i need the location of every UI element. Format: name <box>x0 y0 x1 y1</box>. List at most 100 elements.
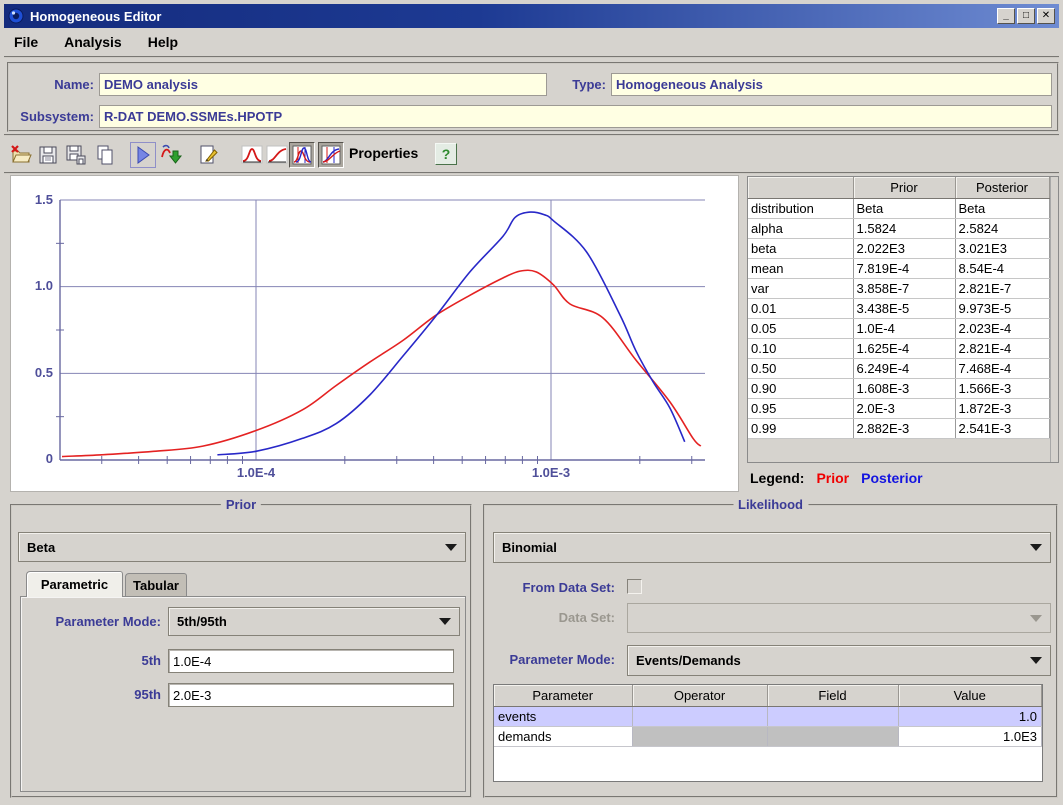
table-row: 0.051.0E-42.023E-4 <box>748 318 1049 338</box>
menu-analysis[interactable]: Analysis <box>64 34 122 50</box>
demands-value-cell[interactable]: 1.0E3 <box>898 726 1042 746</box>
demands-parameter-cell[interactable]: demands <box>494 726 632 746</box>
table-row: var3.858E-72.821E-7 <box>748 278 1049 298</box>
name-field[interactable] <box>99 73 547 96</box>
maximize-button[interactable]: □ <box>1017 8 1035 24</box>
name-label: Name: <box>9 73 94 96</box>
cdf-both-plot-button[interactable] <box>318 142 344 168</box>
from-data-set-label: From Data Set: <box>485 580 615 595</box>
analysis-info-panel: Name: Type: Subsystem: <box>7 62 1059 132</box>
homogeneous-editor-window: Homogeneous Editor _ □ ✕ File Analysis H… <box>0 0 1063 805</box>
menu-help[interactable]: Help <box>148 34 178 50</box>
save-as-icon <box>65 144 87 166</box>
close-button[interactable]: ✕ <box>1037 8 1055 24</box>
chevron-down-icon <box>1030 657 1042 664</box>
param-table-header-row: Parameter Operator Field Value <box>494 685 1042 706</box>
p5-field[interactable] <box>168 649 454 673</box>
stats-header-posterior: Posterior <box>955 177 1049 198</box>
likelihood-distribution-select[interactable]: Binomial <box>493 532 1051 563</box>
pdf-both-plot-button[interactable] <box>289 142 315 168</box>
chevron-down-icon <box>1030 615 1042 622</box>
table-row: 0.506.249E-47.468E-4 <box>748 358 1049 378</box>
edit-button[interactable] <box>195 142 221 168</box>
events-value-cell[interactable]: 1.0 <box>898 706 1042 726</box>
pdf-curve-icon <box>241 144 263 166</box>
update-data-button[interactable] <box>158 142 184 168</box>
subsystem-label: Subsystem: <box>9 105 94 128</box>
stats-table-scrollbar <box>1050 177 1059 462</box>
update-data-icon <box>160 144 182 166</box>
save-button[interactable] <box>35 142 61 168</box>
likelihood-parameter-mode-label: Parameter Mode: <box>485 652 615 667</box>
properties-button[interactable]: Properties <box>349 145 418 161</box>
subsystem-field[interactable] <box>99 105 1052 128</box>
parameter-mode-label: Parameter Mode: <box>21 614 161 629</box>
from-data-set-checkbox[interactable] <box>627 579 642 594</box>
legend-posterior: Posterior <box>861 470 922 486</box>
run-icon <box>132 144 154 166</box>
events-parameter-cell[interactable]: events <box>494 706 632 726</box>
stats-table-panel: Prior Posterior distributionBetaBeta alp… <box>747 176 1059 463</box>
legend-label: Legend: <box>750 470 804 486</box>
table-row: beta2.022E33.021E3 <box>748 238 1049 258</box>
demands-field-cell <box>767 726 898 746</box>
table-row: mean7.819E-48.54E-4 <box>748 258 1049 278</box>
window-title: Homogeneous Editor <box>30 9 997 24</box>
chevron-down-icon <box>1030 544 1042 551</box>
cdf-plot-button[interactable] <box>264 142 290 168</box>
table-row: 0.992.882E-32.541E-3 <box>748 418 1049 438</box>
chevron-down-icon <box>439 618 451 625</box>
param-row-events[interactable]: events 1.0 <box>494 706 1042 726</box>
table-row: 0.952.0E-31.872E-3 <box>748 398 1049 418</box>
p5-label: 5th <box>21 653 161 668</box>
likelihood-panel-title: Likelihood <box>733 497 808 512</box>
chart-legend: Legend: Prior Posterior <box>750 470 923 486</box>
menu-bar: File Analysis Help <box>4 28 1059 58</box>
run-analysis-button[interactable] <box>130 142 156 168</box>
tab-tabular[interactable]: Tabular <box>125 573 187 597</box>
data-set-select <box>627 603 1051 633</box>
table-row: 0.901.608E-31.566E-3 <box>748 378 1049 398</box>
close-file-button[interactable] <box>8 142 34 168</box>
parametric-tab-panel: Parameter Mode: 5th/95th 5th 95th <box>20 596 466 792</box>
prior-distribution-select[interactable]: Beta <box>18 532 466 562</box>
stats-header-row: Prior Posterior <box>748 177 1049 198</box>
param-header-field: Field <box>767 685 898 706</box>
likelihood-panel: Likelihood Binomial From Data Set: Data … <box>483 504 1058 798</box>
prior-panel: Prior Beta Parametric Tabular Parameter … <box>10 504 472 798</box>
tab-tabular-label: Tabular <box>133 578 179 593</box>
save-as-button[interactable] <box>63 142 89 168</box>
menu-file[interactable]: File <box>14 34 38 50</box>
x-tick-1e-3: 1.0E-3 <box>511 465 591 480</box>
edit-icon <box>197 144 219 166</box>
likelihood-distribution-value: Binomial <box>502 540 557 555</box>
pdf-plot-button[interactable] <box>239 142 265 168</box>
save-icon <box>37 144 59 166</box>
param-row-demands[interactable]: demands 1.0E3 <box>494 726 1042 746</box>
param-header-value: Value <box>898 685 1042 706</box>
events-field-cell <box>767 706 898 726</box>
table-row: distributionBetaBeta <box>748 198 1049 218</box>
pdf-both-curves-icon <box>291 144 313 166</box>
prior-parameter-mode-select[interactable]: 5th/95th <box>168 607 460 636</box>
tab-parametric[interactable]: Parametric <box>26 571 123 597</box>
table-row: alpha1.58242.5824 <box>748 218 1049 238</box>
likelihood-parameter-mode-select[interactable]: Events/Demands <box>627 645 1051 676</box>
legend-prior: Prior <box>816 470 849 486</box>
table-row: 0.101.625E-42.821E-4 <box>748 338 1049 358</box>
events-operator-cell <box>632 706 767 726</box>
copy-button[interactable] <box>92 142 118 168</box>
chart-canvas <box>11 176 740 493</box>
type-field[interactable] <box>611 73 1052 96</box>
minimize-button[interactable]: _ <box>997 8 1015 24</box>
prior-panel-title: Prior <box>221 497 261 512</box>
tab-parametric-label: Parametric <box>41 577 108 592</box>
param-header-parameter: Parameter <box>494 685 632 706</box>
app-icon <box>8 8 24 24</box>
copy-icon <box>94 144 116 166</box>
chevron-down-icon <box>445 544 457 551</box>
y-tick-0-5: 0.5 <box>13 364 53 382</box>
p95-field[interactable] <box>168 683 454 707</box>
stats-header-prior: Prior <box>853 177 955 198</box>
help-button[interactable]: ? <box>435 143 457 165</box>
